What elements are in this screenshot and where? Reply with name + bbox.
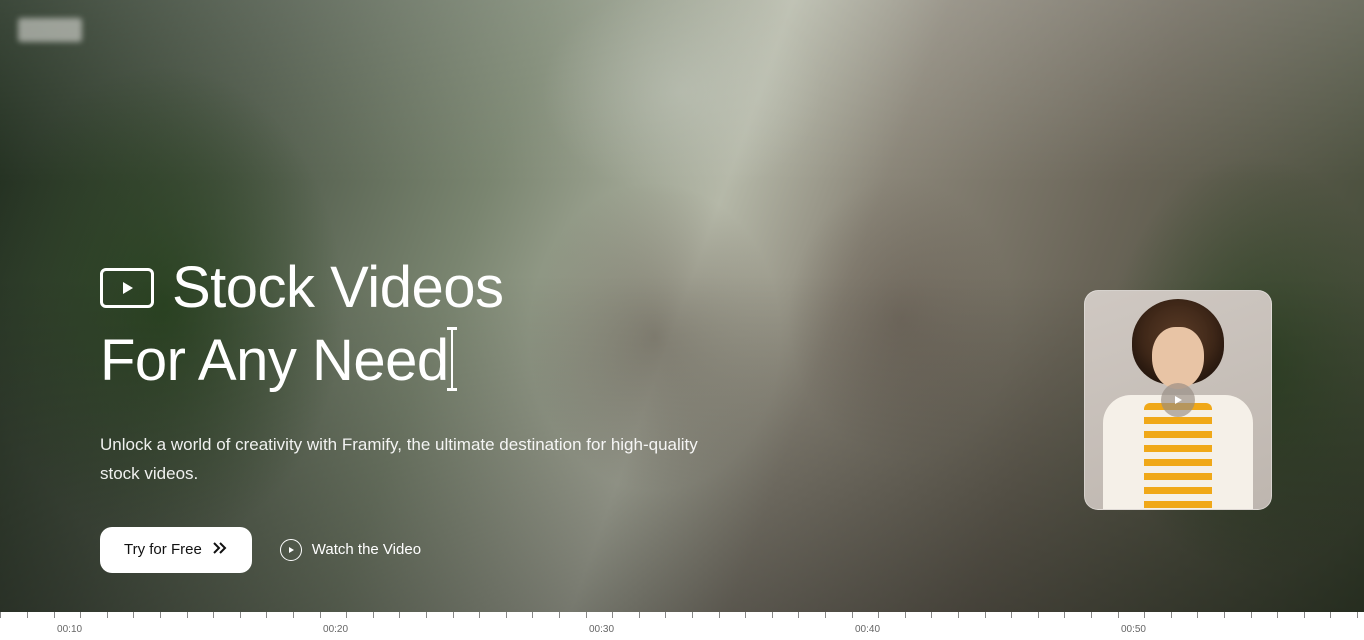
timeline-tick-minor [719, 612, 720, 618]
video-thumbnail-card[interactable] [1084, 290, 1272, 510]
timeline-tick-minor [772, 612, 773, 618]
watch-video-label: Watch the Video [312, 541, 421, 558]
timeline-tick-minor [399, 612, 400, 618]
timeline-label: 00:50 [1121, 624, 1146, 635]
timeline-tick-minor [1144, 612, 1145, 618]
timeline-tick-minor [80, 612, 81, 618]
timeline-tick-minor [373, 612, 374, 618]
timeline-tick-minor [692, 612, 693, 618]
timeline-tick-minor [665, 612, 666, 618]
timeline-tick-minor [852, 612, 853, 618]
timeline-tick-minor [213, 612, 214, 618]
timeline-tick-minor [240, 612, 241, 618]
try-for-free-button[interactable]: Try for Free [100, 527, 252, 573]
timeline-tick-minor [931, 612, 932, 618]
logo [18, 18, 82, 42]
timeline-tick-minor [1330, 612, 1331, 618]
timeline-tick-minor [639, 612, 640, 618]
timeline-tick-minor [905, 612, 906, 618]
headline-text-2: For Any Need [100, 328, 449, 393]
timeline-tick-minor [1091, 612, 1092, 618]
timeline-tick-minor [1197, 612, 1198, 618]
play-circle-icon [280, 539, 302, 561]
hero-subtext: Unlock a world of creativity with Framif… [100, 431, 740, 489]
timeline-tick-minor [958, 612, 959, 618]
timeline-tick-minor [346, 612, 347, 618]
timeline-tick-minor [160, 612, 161, 618]
play-icon [1161, 383, 1195, 417]
headline: Stock Videos For Any Need [100, 252, 740, 397]
timeline-tick-minor [1118, 612, 1119, 618]
timeline-tick-minor [320, 612, 321, 618]
timeline-tick-minor [1064, 612, 1065, 618]
timeline-ruler[interactable]: 00:10 00:20 00:30 00:40 00:50 [0, 612, 1364, 640]
headline-text-1: Stock Videos [172, 252, 503, 325]
timeline-tick-minor [479, 612, 480, 618]
timeline-tick-minor [985, 612, 986, 618]
timeline-label: 00:40 [855, 624, 880, 635]
timeline-label: 00:10 [57, 624, 82, 635]
watch-video-button[interactable]: Watch the Video [280, 539, 421, 561]
cta-row: Try for Free Watch the Video [100, 527, 740, 573]
headline-line-1: Stock Videos [100, 252, 740, 325]
timeline-label: 00:30 [589, 624, 614, 635]
headline-line-2: For Any Need [100, 325, 740, 398]
timeline-tick-minor [1304, 612, 1305, 618]
timeline-tick-minor [1038, 612, 1039, 618]
timeline-tick-minor [878, 612, 879, 618]
timeline-tick-minor [133, 612, 134, 618]
timeline-tick-minor [1224, 612, 1225, 618]
timeline-tick-minor [506, 612, 507, 618]
timeline-tick-minor [27, 612, 28, 618]
timeline-tick-minor [1357, 612, 1358, 618]
hero-content: Stock Videos For Any Need Unlock a world… [100, 252, 740, 573]
timeline-tick-minor [453, 612, 454, 618]
video-frame-icon [100, 268, 154, 308]
chevrons-right-icon [212, 541, 228, 559]
timeline-tick-minor [1171, 612, 1172, 618]
timeline-tick-minor [293, 612, 294, 618]
timeline-tick-minor [107, 612, 108, 618]
timeline-tick-minor [54, 612, 55, 618]
text-cursor-icon [451, 330, 453, 388]
timeline-tick-minor [825, 612, 826, 618]
timeline-tick-minor [532, 612, 533, 618]
timeline-label: 00:20 [323, 624, 348, 635]
timeline-tick-minor [586, 612, 587, 618]
timeline-tick-minor [187, 612, 188, 618]
timeline-tick-minor [266, 612, 267, 618]
timeline-tick-minor [745, 612, 746, 618]
timeline-tick-minor [1251, 612, 1252, 618]
timeline-tick-minor [798, 612, 799, 618]
timeline-tick-minor [426, 612, 427, 618]
timeline-tick-minor [559, 612, 560, 618]
try-for-free-label: Try for Free [124, 541, 202, 558]
timeline-tick-minor [0, 612, 1, 618]
timeline-tick-minor [1277, 612, 1278, 618]
timeline-tick-minor [1011, 612, 1012, 618]
timeline-tick-minor [612, 612, 613, 618]
